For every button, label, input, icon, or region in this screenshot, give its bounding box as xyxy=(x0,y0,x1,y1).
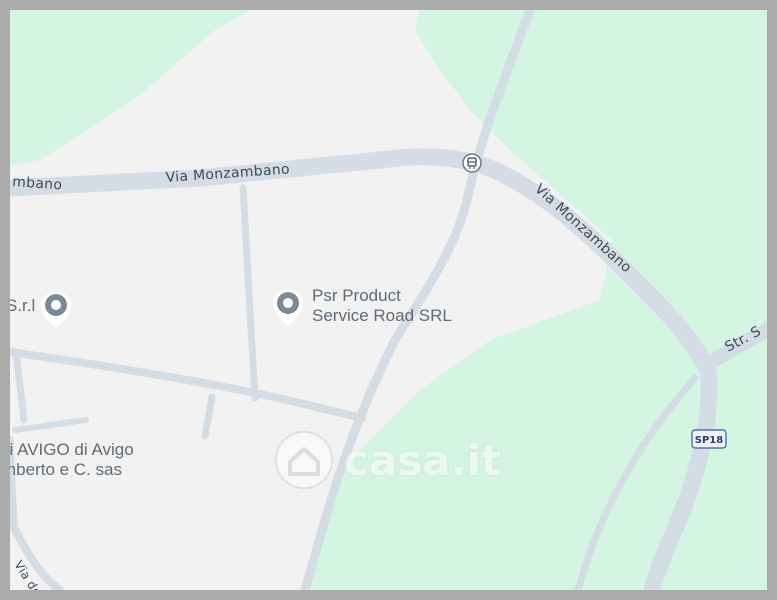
bus-stop-icon[interactable] xyxy=(462,153,482,173)
poi-label-psr[interactable]: Psr Product Service Road SRL xyxy=(312,286,452,326)
watermark: casa.it xyxy=(272,428,501,492)
location-pin-icon[interactable] xyxy=(270,288,306,328)
location-pin-icon[interactable] xyxy=(38,290,74,330)
route-shield-label: SP18 xyxy=(695,435,723,446)
poi-label-srl[interactable]: S.r.l xyxy=(10,296,35,316)
poi-label-avigo[interactable]: lli AVIGO di Avigo mberto e C. sas xyxy=(10,440,134,480)
watermark-text: casa.it xyxy=(344,435,502,485)
route-shield-sp18: SP18 xyxy=(691,429,727,449)
house-logo-icon xyxy=(275,431,333,489)
map-view[interactable]: mbano Via Monzambano Via Monzambano Str.… xyxy=(10,10,767,590)
